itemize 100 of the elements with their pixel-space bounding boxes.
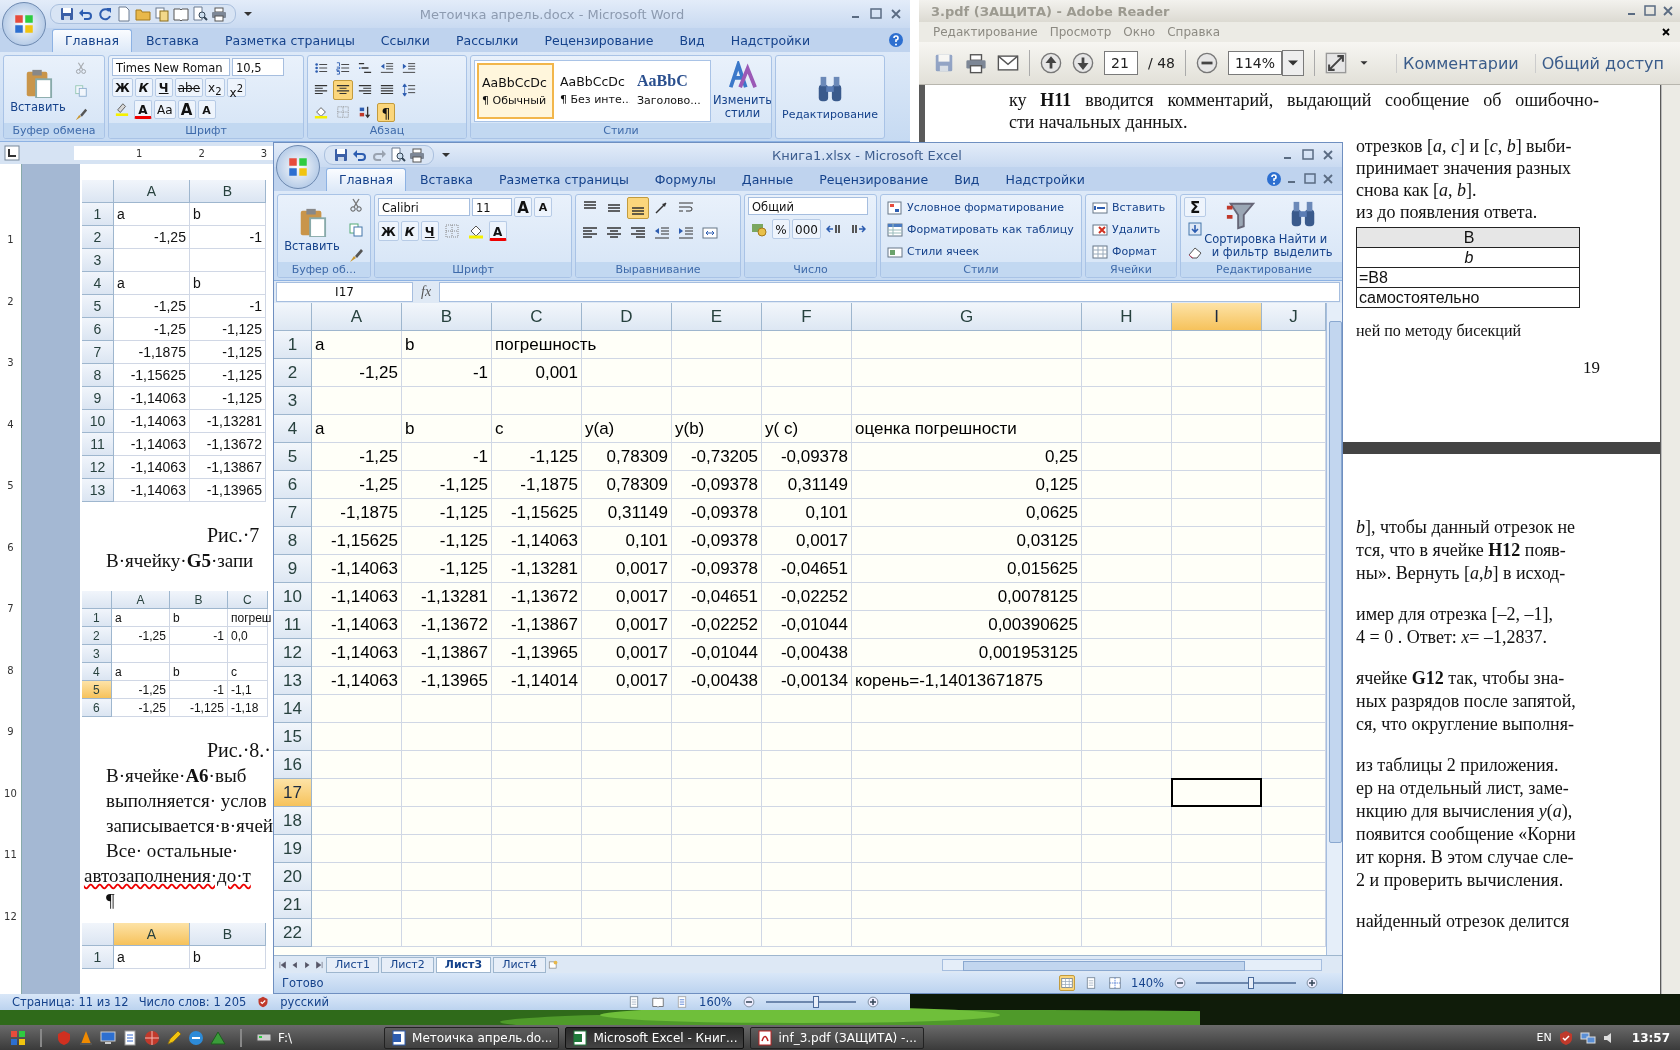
refresh-arrow-icon[interactable]	[97, 6, 113, 22]
empty-cell[interactable]	[852, 891, 1082, 919]
row-header[interactable]: 1	[274, 331, 312, 359]
ribbon-menu-button[interactable]: Форматировать как таблицу	[884, 219, 1078, 240]
row-header[interactable]: 3	[274, 387, 312, 415]
empty-cell[interactable]	[762, 359, 852, 387]
empty-cell[interactable]	[762, 891, 852, 919]
language-indicator[interactable]: EN	[1536, 1031, 1552, 1044]
open-book-icon[interactable]	[173, 6, 189, 22]
empty-cell[interactable]	[852, 695, 1082, 723]
column-header[interactable]: C	[492, 303, 582, 331]
column-header[interactable]: J	[1262, 303, 1326, 331]
empty-cell[interactable]	[1082, 723, 1172, 751]
empty-cell[interactable]	[1172, 835, 1262, 863]
empty-cell[interactable]	[762, 807, 852, 835]
font-size-field[interactable]: 10,5	[232, 58, 284, 76]
row-header[interactable]: 16	[274, 751, 312, 779]
format-button[interactable]: Ж	[112, 78, 133, 97]
taskbar-button[interactable]: inf_3.pdf (ЗАЩИТА) -...	[750, 1026, 924, 1049]
empty-cell[interactable]	[762, 331, 852, 359]
empty-cell[interactable]	[402, 807, 492, 835]
empty-cell[interactable]	[402, 891, 492, 919]
first-sheet-icon[interactable]	[278, 959, 288, 970]
empty-cell[interactable]	[1082, 751, 1172, 779]
empty-cell[interactable]	[762, 919, 852, 947]
row-header[interactable]: 17	[274, 779, 312, 807]
empty-cell[interactable]	[1172, 555, 1262, 583]
empty-cell[interactable]	[672, 387, 762, 415]
row-header[interactable]: 20	[274, 863, 312, 891]
empty-cell[interactable]	[1172, 891, 1262, 919]
empty-cell[interactable]	[672, 359, 762, 387]
ribbon-tab[interactable]: Надстройки	[993, 169, 1097, 191]
empty-cell[interactable]	[1082, 527, 1172, 555]
empty-cell[interactable]	[1172, 527, 1262, 555]
start-icon[interactable]	[10, 1029, 26, 1046]
maximize-icon[interactable]	[1642, 3, 1658, 19]
empty-cell[interactable]	[492, 807, 582, 835]
triangle-icon[interactable]	[210, 1029, 226, 1046]
ribbon-menu-button[interactable]: Вставить	[1089, 197, 1173, 218]
empty-cell[interactable]	[852, 751, 1082, 779]
empty-cell[interactable]	[582, 723, 672, 751]
empty-cell[interactable]	[402, 695, 492, 723]
row-header[interactable]: 19	[274, 835, 312, 863]
ribbon-tab[interactable]: Рассылки	[443, 30, 531, 52]
empty-cell[interactable]	[582, 919, 672, 947]
empty-cell[interactable]	[852, 919, 1082, 947]
ribbon-menu-button[interactable]: Удалить	[1089, 219, 1173, 240]
ribbon-tab[interactable]: Вставка	[408, 169, 485, 191]
empty-cell[interactable]	[672, 695, 762, 723]
autosum-button[interactable]: Σ	[1184, 196, 1206, 217]
word-count[interactable]: Число слов: 1 205	[138, 995, 247, 1009]
empty-cell[interactable]	[1082, 639, 1172, 667]
ribbon-tab[interactable]: Вид	[667, 30, 717, 52]
empty-cell[interactable]	[1172, 583, 1262, 611]
insert-sheet-icon[interactable]	[548, 959, 559, 970]
envelope-icon[interactable]	[997, 52, 1019, 74]
empty-cell[interactable]	[1172, 807, 1262, 835]
print-preview-icon[interactable]	[192, 6, 208, 22]
empty-cell[interactable]	[1172, 471, 1262, 499]
empty-cell[interactable]	[1172, 387, 1262, 415]
empty-cell[interactable]	[672, 779, 762, 807]
empty-cell[interactable]	[1172, 919, 1262, 947]
toolbar-link[interactable]: Общий доступ	[1534, 53, 1670, 73]
empty-cell[interactable]	[1082, 807, 1172, 835]
printer-icon[interactable]	[409, 147, 425, 163]
empty-cell[interactable]	[582, 807, 672, 835]
empty-cell[interactable]	[1082, 863, 1172, 891]
empty-cell[interactable]	[1172, 415, 1262, 443]
row-header[interactable]: 2	[274, 359, 312, 387]
scrollbar[interactable]	[1326, 303, 1342, 955]
ribbon-tab[interactable]: Рецензирование	[532, 30, 666, 52]
sheet-tab[interactable]: Лист1	[326, 956, 379, 973]
select-all-corner[interactable]	[274, 303, 312, 331]
shield-check-icon[interactable]	[1557, 1029, 1574, 1046]
column-header[interactable]: E	[672, 303, 762, 331]
empty-cell[interactable]	[762, 835, 852, 863]
font-color-button[interactable]: A	[134, 99, 152, 119]
empty-cell[interactable]	[492, 387, 582, 415]
empty-cell[interactable]	[672, 331, 762, 359]
zoom-out-icon[interactable]	[742, 995, 756, 1009]
row-header[interactable]: 11	[274, 611, 312, 639]
empty-cell[interactable]	[1172, 443, 1262, 471]
format-button[interactable]: Ч	[420, 221, 439, 241]
number-format-button[interactable]: 000	[792, 219, 821, 239]
printer-icon[interactable]	[211, 6, 227, 22]
row-header[interactable]: 5	[274, 443, 312, 471]
format-button[interactable]: К	[400, 221, 419, 241]
empty-cell[interactable]	[1172, 499, 1262, 527]
stacked-pages-icon[interactable]	[154, 6, 170, 22]
toolbar-link[interactable]: Комментарии	[1396, 53, 1525, 73]
empty-cell[interactable]	[402, 835, 492, 863]
empty-cell[interactable]	[672, 751, 762, 779]
row-header[interactable]: 15	[274, 723, 312, 751]
dropdown-caret-icon[interactable]	[1282, 50, 1304, 76]
empty-cell[interactable]	[1172, 639, 1262, 667]
empty-cell[interactable]	[852, 387, 1082, 415]
empty-cell[interactable]	[852, 835, 1082, 863]
scrollbar[interactable]	[1661, 85, 1680, 994]
empty-cell[interactable]	[492, 835, 582, 863]
page-indicator[interactable]: Страница: 11 из 12	[12, 995, 129, 1009]
